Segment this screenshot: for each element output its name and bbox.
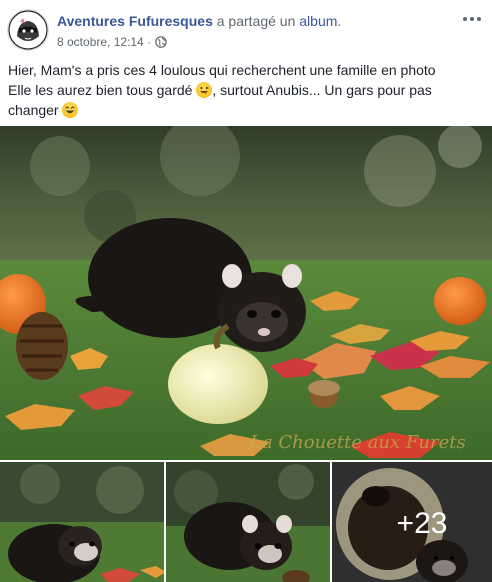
more-options-icon[interactable] [460, 10, 484, 28]
album-thumbnail-1[interactable] [0, 462, 164, 582]
action-end-text: . [337, 13, 342, 29]
caption-line-2: Elle les aurez bien tous gardé , surtout… [8, 80, 484, 100]
ferret-logo-icon [8, 10, 48, 50]
action-text: a partagé un [212, 13, 300, 29]
page-avatar[interactable] [8, 10, 48, 50]
more-photos-overlay[interactable]: +23 [332, 462, 492, 582]
laughing-emoji-icon [62, 102, 79, 118]
album-main-photo[interactable]: La Chouette aux Furets [0, 126, 492, 460]
ferret-thumbnail-photo-2 [166, 462, 330, 582]
ferret-autumn-photo: La Chouette aux Furets [0, 126, 492, 460]
album-link[interactable]: album [299, 13, 337, 29]
photo-watermark: La Chouette aux Furets [249, 432, 466, 453]
post-meta: 8 octobre, 12:14 · [57, 35, 167, 49]
caption-line-1: Hier, Mam's a pris ces 4 loulous qui rec… [8, 62, 436, 78]
post-title-line: Aventures Fufuresques a partagé un album… [57, 13, 341, 29]
more-photos-count: +23 [396, 507, 448, 540]
author-link[interactable]: Aventures Fufuresques [57, 13, 213, 29]
caption-line-2a: Elle les aurez bien tous gardé [8, 82, 197, 98]
caption-line-2b: , surtout Anubis... Un gars pour pas [212, 82, 432, 98]
post-caption: Hier, Mam's a pris ces 4 loulous qui rec… [8, 60, 484, 120]
album-thumbnail-2[interactable] [166, 462, 330, 582]
grinning-tongue-emoji-icon [196, 82, 213, 98]
caption-line-3a: changer [8, 102, 63, 118]
post-header: Aventures Fufuresques a partagé un album… [0, 0, 492, 56]
post-date[interactable]: 8 octobre, 12:14 · [57, 35, 151, 49]
ferret-thumbnail-photo-1 [0, 462, 164, 582]
globe-icon[interactable] [155, 36, 167, 48]
caption-line-3: changer [8, 100, 484, 120]
